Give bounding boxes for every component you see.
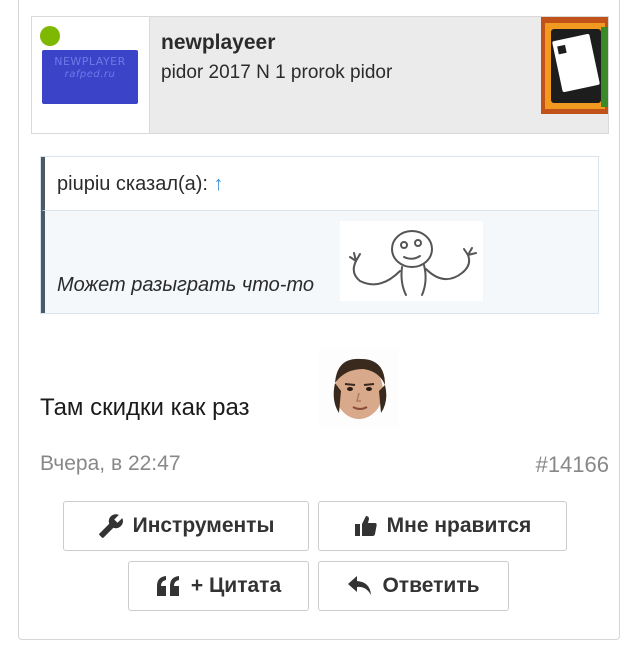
author-header: NEWPLAYER rafped.ru newplayeer pidor 201…: [31, 16, 609, 134]
quote-author: piupiu сказал(а): ↑: [57, 173, 224, 196]
author-title: pidor 2017 N 1 prorok pidor: [161, 62, 393, 83]
avatar-area[interactable]: NEWPLAYER rafped.ru: [32, 17, 150, 133]
quote-text: Может разыграть что-то: [57, 274, 315, 296]
post-date[interactable]: Вчера, в 22:47: [40, 452, 181, 476]
message-text: Там скидки как раз: [40, 394, 250, 421]
reply-button-label: Ответить: [382, 574, 480, 597]
like-button[interactable]: Мне нравится: [318, 501, 567, 551]
online-status-dot: [40, 26, 60, 46]
tools-button[interactable]: Инструменты: [63, 501, 309, 551]
quote-icon: [156, 576, 179, 596]
quote-body: Может разыграть что-то: [41, 211, 598, 313]
tools-button-label: Инструменты: [132, 514, 275, 537]
user-badge-image: [541, 17, 608, 114]
reply-icon: [348, 576, 372, 595]
like-button-label: Мне нравится: [386, 514, 532, 537]
thumbs-up-icon: [354, 516, 377, 536]
quote-author-text: piupiu сказал(а):: [57, 173, 214, 195]
reply-button[interactable]: Ответить: [318, 561, 509, 611]
quote-jump-link[interactable]: ↑: [214, 173, 224, 195]
quote-button[interactable]: + Цитата: [128, 561, 309, 611]
quote-button-label: + Цитата: [190, 574, 282, 597]
post-permalink[interactable]: #14166: [536, 452, 609, 478]
wrench-icon: [98, 514, 123, 538]
kappa-smiley-icon: [319, 347, 399, 427]
author-name[interactable]: newplayeer: [161, 31, 275, 55]
quote-header: piupiu сказал(а): ↑: [41, 157, 598, 211]
quote-block: piupiu сказал(а): ↑ Может разыграть что-…: [40, 156, 599, 314]
avatar-text-line2: rafped.ru: [64, 69, 116, 80]
shrug-smiley-icon: [340, 221, 483, 301]
avatar[interactable]: NEWPLAYER rafped.ru: [42, 50, 138, 104]
avatar-text-line1: NEWPLAYER: [54, 55, 126, 68]
